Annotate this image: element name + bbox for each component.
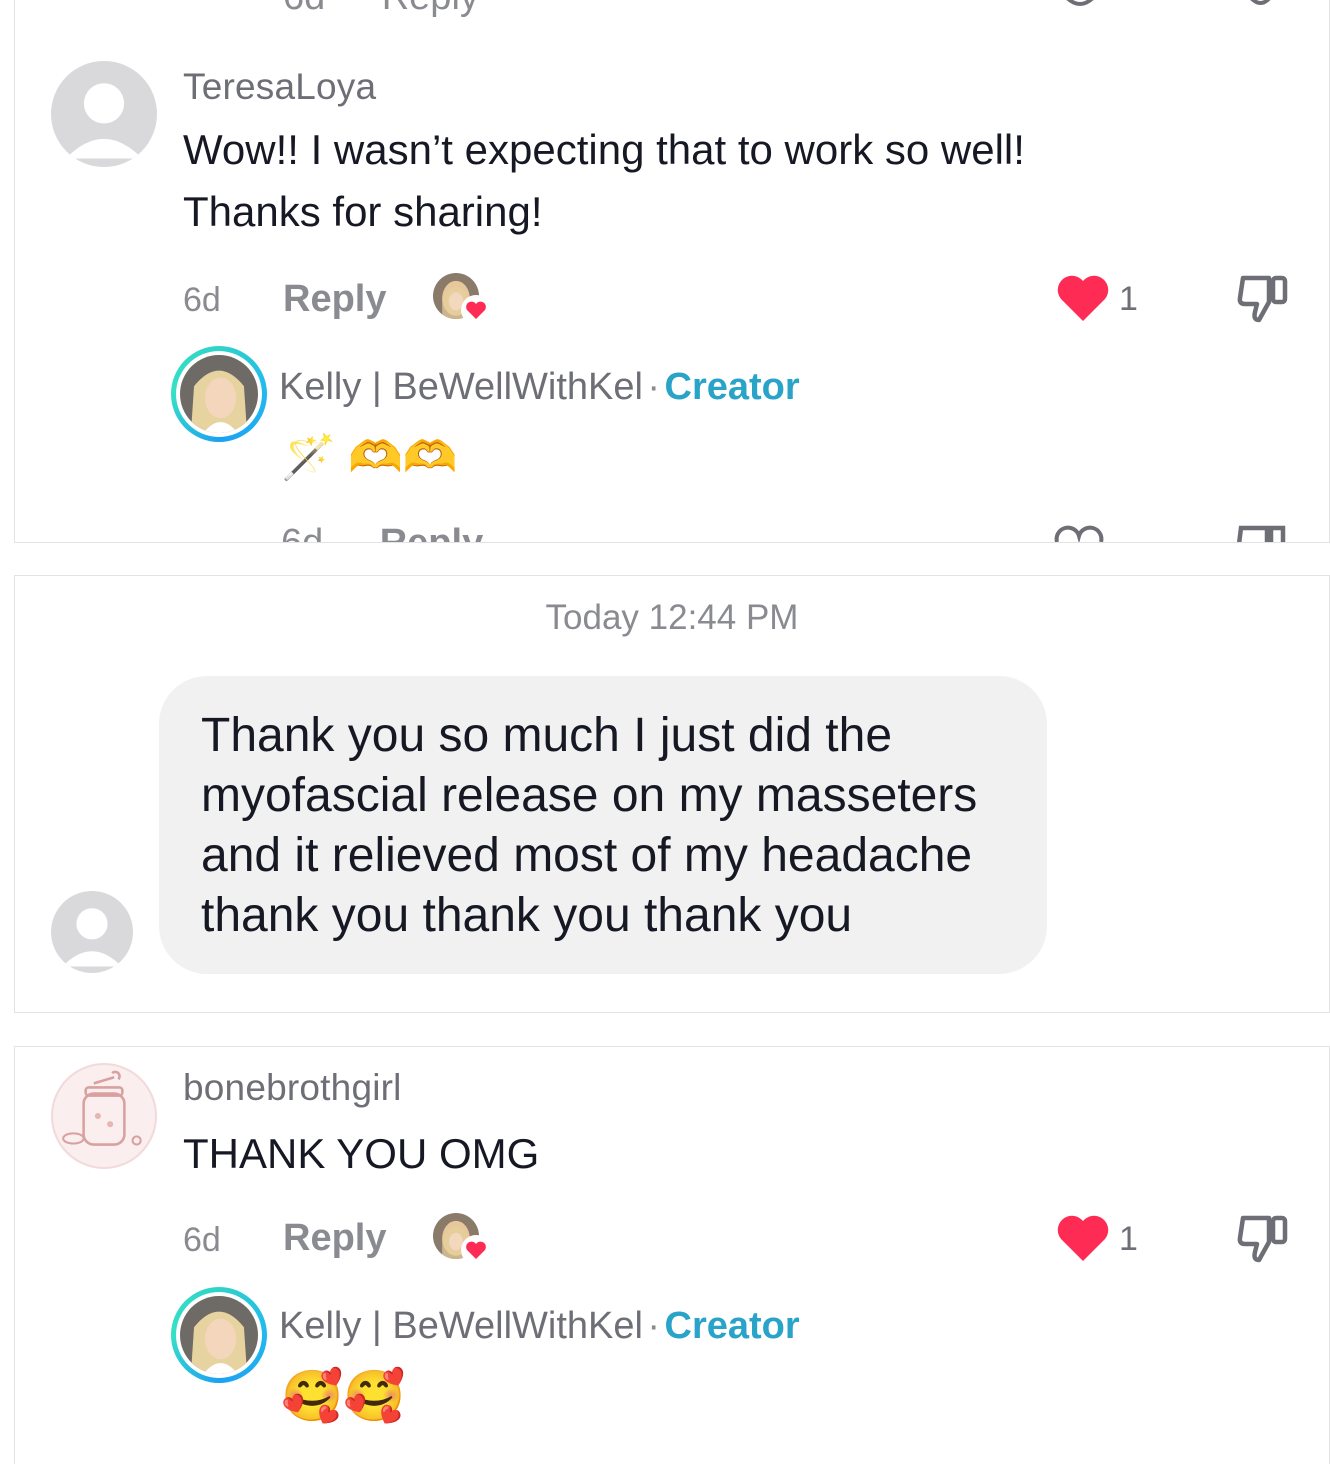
creator-reply-header: Kelly | BeWellWithKel · Creator: [279, 366, 800, 409]
comment-text: THANK YOU OMG: [183, 1130, 540, 1177]
default-avatar-icon[interactable]: [51, 891, 133, 973]
creator-heart-badge-icon: [433, 273, 495, 325]
name-separator: ·: [647, 366, 661, 408]
clipped-reply-meta: 6d Reply: [281, 522, 483, 543]
clipped-reply[interactable]: Reply: [382, 0, 479, 18]
comment-username[interactable]: bonebrothgirl: [183, 1067, 402, 1109]
reply-button[interactable]: Reply: [283, 278, 386, 321]
creator-avatar[interactable]: [171, 346, 267, 442]
comment-text: Wow!! I wasn’t expecting that to work so…: [183, 119, 1263, 243]
creator-tag: Creator: [664, 1305, 800, 1347]
thumbs-down-icon[interactable]: [1235, 272, 1291, 326]
heart-icon[interactable]: [1056, 273, 1110, 323]
clipped-time: 6d: [283, 0, 325, 18]
comment-text-line-2: Thanks for sharing!: [183, 188, 543, 235]
like-count: 1: [1119, 1220, 1138, 1258]
creator-name[interactable]: Kelly | BeWellWithKel: [279, 1305, 643, 1347]
message-bubble[interactable]: Thank you so much I just did the myofasc…: [159, 676, 1047, 974]
message-panel: Today 12:44 PM Thank you so much I just …: [14, 575, 1330, 1013]
mini-heart-icon: [461, 1235, 491, 1265]
name-separator: ·: [647, 1305, 661, 1347]
clipped-heart-outline-icon-bottom[interactable]: [1053, 522, 1105, 543]
comment-time: 6d: [183, 281, 221, 319]
creator-heart-badge-icon: [433, 1213, 495, 1265]
creator-reply-header: Kelly | BeWellWithKel · Creator: [279, 1305, 800, 1348]
reply-button[interactable]: Reply: [283, 1217, 386, 1260]
comment-username[interactable]: TeresaLoya: [183, 66, 376, 108]
heart-icon[interactable]: [1056, 1213, 1110, 1263]
default-avatar-icon[interactable]: [51, 61, 157, 167]
clipped-reply-time: 6d: [281, 522, 324, 543]
clipped-thumbs-down-icon-bottom[interactable]: [1233, 522, 1287, 543]
message-text: Thank you so much I just did the myofasc…: [201, 709, 978, 942]
comment-text-line-1: Wow!! I wasn’t expecting that to work so…: [183, 126, 1025, 173]
creator-reply-text: 🥰🥰: [281, 1368, 406, 1424]
bone-broth-jar-avatar[interactable]: [51, 1063, 157, 1169]
thumbs-down-icon[interactable]: [1235, 1212, 1291, 1266]
message-timestamp: Today 12:44 PM: [545, 598, 799, 637]
clipped-heart-outline-icon[interactable]: [1055, 0, 1105, 20]
clipped-reply-button[interactable]: Reply: [380, 522, 483, 542]
creator-avatar[interactable]: [171, 1287, 267, 1383]
clipped-thumbs-down-icon[interactable]: [1235, 0, 1285, 20]
clipped-meta-row: 6d Reply: [283, 0, 479, 19]
comment-time: 6d: [183, 1221, 221, 1259]
creator-name[interactable]: Kelly | BeWellWithKel: [279, 366, 643, 408]
comment-panel-bonebrothgirl: bonebrothgirl THANK YOU OMG 6d Reply 1 K…: [14, 1046, 1330, 1464]
comment-panel-teresa: 6d Reply TeresaLoya Wow!! I wasn’t expec…: [14, 0, 1330, 543]
creator-tag: Creator: [664, 366, 800, 408]
like-count: 1: [1119, 280, 1138, 318]
creator-reply-text: 🪄 🫶🫶: [281, 433, 458, 482]
mini-heart-icon: [461, 295, 491, 325]
